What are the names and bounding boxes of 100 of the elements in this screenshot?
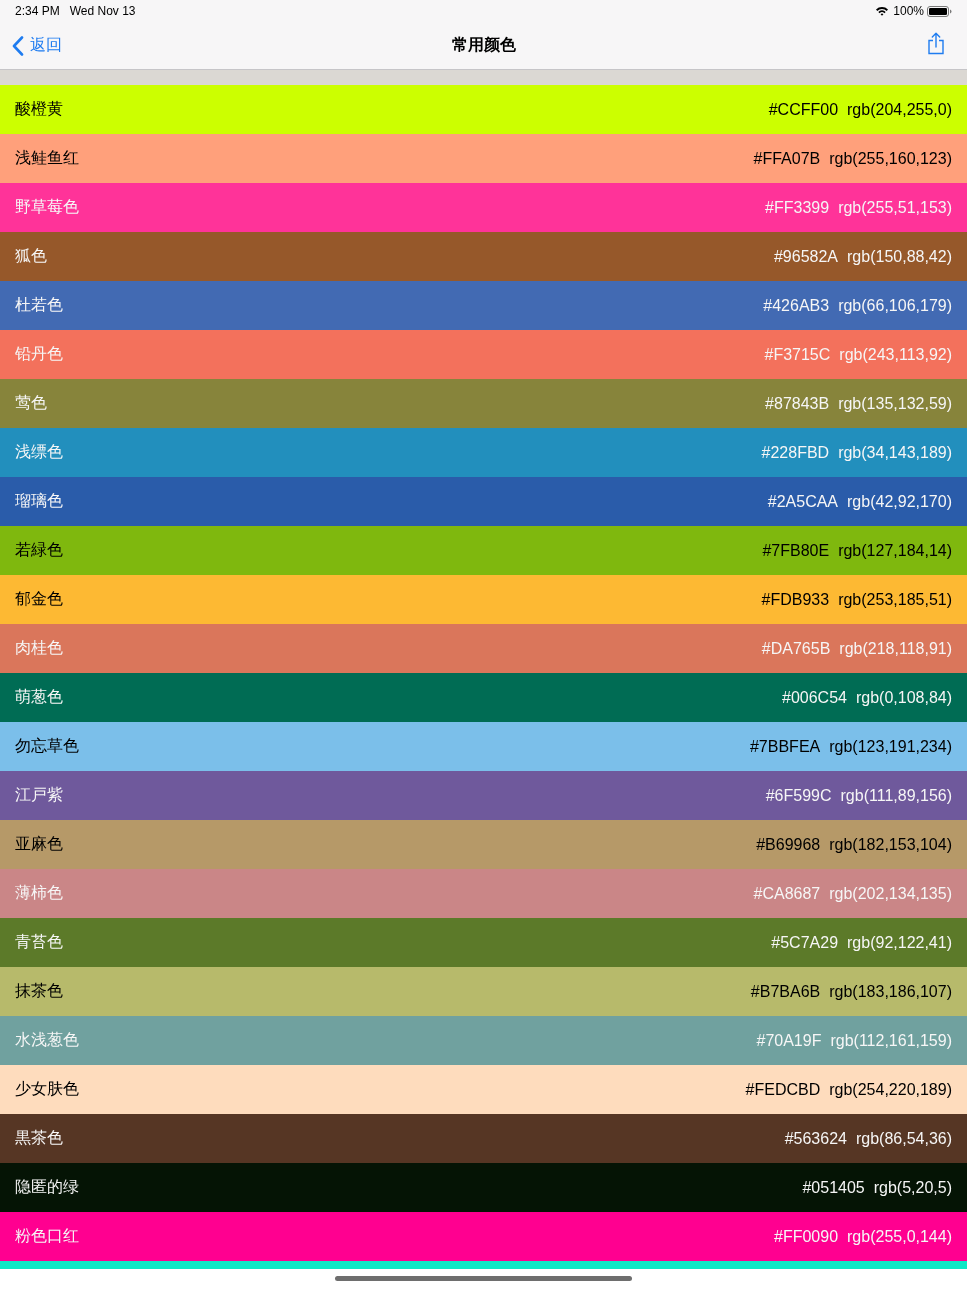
color-name: 浅缥色 (15, 442, 64, 462)
hex-code: #CA8687 (753, 884, 821, 903)
hex-code: #F3715C (764, 345, 831, 364)
status-time: 2:34 PM (15, 4, 60, 18)
rgb-value: rgb(86,54,36) (855, 1129, 952, 1148)
color-name: 浅鲑鱼红 (15, 148, 80, 168)
rgb-value: rgb(150,88,42) (847, 247, 952, 266)
rgb-value: rgb(255,160,123) (829, 149, 952, 168)
rgb-value: rgb(92,122,41) (847, 933, 952, 952)
hex-code: #426AB3 (763, 296, 830, 315)
rgb-value: rgb(111,89,156) (840, 786, 952, 805)
rgb-value: rgb(183,186,107) (829, 982, 952, 1001)
color-name: 若緑色 (15, 540, 64, 560)
battery-icon (927, 5, 952, 17)
color-row[interactable]: 萌葱色 #006C54 rgb(0,108,84) (0, 673, 967, 722)
color-row[interactable]: 肉桂色 #DA765B rgb(218,118,91) (0, 624, 967, 673)
color-name: 亚麻色 (15, 834, 64, 854)
color-row[interactable]: 勿忘草色 #7BBFEA rgb(123,191,234) (0, 722, 967, 771)
hex-code: #B7BA6B (750, 982, 821, 1001)
color-row[interactable]: 莺色 #87843B rgb(135,132,59) (0, 379, 967, 428)
color-name: 黒茶色 (15, 1128, 64, 1148)
hex-code: #70A19F (756, 1031, 822, 1050)
rgb-value: rgb(127,184,14) (838, 541, 952, 560)
color-row[interactable]: 抹茶色 #B7BA6B rgb(183,186,107) (0, 967, 967, 1016)
rgb-value: rgb(135,132,59) (838, 394, 952, 413)
rgb-value: rgb(0,108,84) (855, 688, 952, 707)
rgb-value: rgb(253,185,51) (838, 590, 952, 609)
wifi-icon (875, 6, 890, 16)
rgb-value: rgb(243,113,92) (839, 345, 952, 364)
color-name: 隐匿的绿 (15, 1177, 80, 1197)
color-name: 萌葱色 (15, 687, 64, 707)
rgb-value: rgb(182,153,104) (829, 835, 952, 854)
color-row[interactable]: 郁金色 #FDB933 rgb(253,185,51) (0, 575, 967, 624)
color-row[interactable]: 亚麻色 #B69968 rgb(182,153,104) (0, 820, 967, 869)
rgb-value: rgb(5,20,5) (873, 1178, 952, 1197)
hex-code: #96582A (773, 247, 839, 266)
rgb-value: rgb(112,161,159) (830, 1031, 952, 1050)
color-name: 杜若色 (15, 295, 64, 315)
hex-code: #051405 (802, 1178, 865, 1197)
color-name: 粉色口红 (15, 1226, 80, 1246)
rgb-value: rgb(123,191,234) (829, 737, 952, 756)
color-name: 薄柿色 (15, 883, 64, 903)
color-row[interactable]: 野草莓色 #FF3399 rgb(255,51,153) (0, 183, 967, 232)
hex-code: #FEDCBD (745, 1080, 821, 1099)
color-row[interactable]: 若緑色 #7FB80E rgb(127,184,14) (0, 526, 967, 575)
hex-code: #563624 (784, 1129, 847, 1148)
hex-code: #FDB933 (761, 590, 830, 609)
hex-code: #5C7A29 (771, 933, 839, 952)
hex-code: #B69968 (756, 835, 821, 854)
hex-code: #7BBFEA (749, 737, 821, 756)
color-name: 酸橙黄 (15, 99, 64, 119)
rgb-value: rgb(204,255,0) (847, 100, 952, 119)
chevron-left-icon (12, 35, 24, 56)
color-name: 狐色 (15, 246, 48, 266)
color-name: 野草莓色 (15, 197, 80, 217)
hex-code: #DA765B (761, 639, 831, 658)
color-name: 铅丹色 (15, 344, 64, 364)
color-name: 郁金色 (15, 589, 64, 609)
hex-code: #7FB80E (762, 541, 830, 560)
color-name: 抹茶色 (15, 981, 64, 1001)
hex-code: #FFA07B (753, 149, 821, 168)
color-name: 瑠璃色 (15, 491, 64, 511)
color-name: 莺色 (15, 393, 48, 413)
rgb-value: rgb(42,92,170) (847, 492, 952, 511)
color-row[interactable]: 少女肤色 #FEDCBD rgb(254,220,189) (0, 1065, 967, 1114)
status-date: Wed Nov 13 (69, 4, 136, 18)
rgb-value: rgb(66,106,179) (838, 296, 952, 315)
color-row[interactable]: 杜若色 #426AB3 rgb(66,106,179) (0, 281, 967, 330)
color-row[interactable]: 江戸紫 #6F599C rgb(111,89,156) (0, 771, 967, 820)
color-row[interactable]: 黒茶色 #563624 rgb(86,54,36) (0, 1114, 967, 1163)
color-row[interactable]: 浅鲑鱼红 #FFA07B rgb(255,160,123) (0, 134, 967, 183)
color-name: 青苔色 (15, 932, 64, 952)
hex-code: #FF3399 (765, 198, 830, 217)
color-row[interactable]: 隐匿的绿 #051405 rgb(5,20,5) (0, 1163, 967, 1212)
rgb-value: rgb(218,118,91) (839, 639, 952, 658)
color-row[interactable]: 狐色 #96582A rgb(150,88,42) (0, 232, 967, 281)
color-row[interactable]: 瑠璃色 #2A5CAA rgb(42,92,170) (0, 477, 967, 526)
battery-percent: 100% (893, 4, 924, 18)
color-row[interactable]: 浅缥色 #228FBD rgb(34,143,189) (0, 428, 967, 477)
rgb-value: rgb(255,51,153) (838, 198, 952, 217)
color-name: 少女肤色 (15, 1079, 80, 1099)
color-row[interactable] (0, 1261, 967, 1269)
color-row[interactable]: 酸橙黄 #CCFF00 rgb(204,255,0) (0, 85, 967, 134)
color-row[interactable]: 青苔色 #5C7A29 rgb(92,122,41) (0, 918, 967, 967)
hex-code: #228FBD (761, 443, 830, 462)
hex-code: #FF0090 (774, 1227, 839, 1246)
color-name: 江戸紫 (15, 785, 64, 805)
share-icon[interactable] (927, 32, 945, 55)
hex-code: #006C54 (782, 688, 847, 707)
hex-code: #CCFF00 (768, 100, 839, 119)
rgb-value: rgb(254,220,189) (829, 1080, 952, 1099)
color-name: 水浅葱色 (15, 1030, 80, 1050)
color-row[interactable]: 粉色口红 #FF0090 rgb(255,0,144) (0, 1212, 967, 1261)
color-name: 勿忘草色 (15, 736, 80, 756)
back-button[interactable]: 返回 (12, 35, 62, 56)
rgb-value: rgb(34,143,189) (838, 443, 952, 462)
hex-code: #87843B (765, 394, 830, 413)
color-name: 肉桂色 (15, 638, 64, 658)
hex-code: #2A5CAA (767, 492, 839, 511)
rgb-value: rgb(255,0,144) (847, 1227, 952, 1246)
